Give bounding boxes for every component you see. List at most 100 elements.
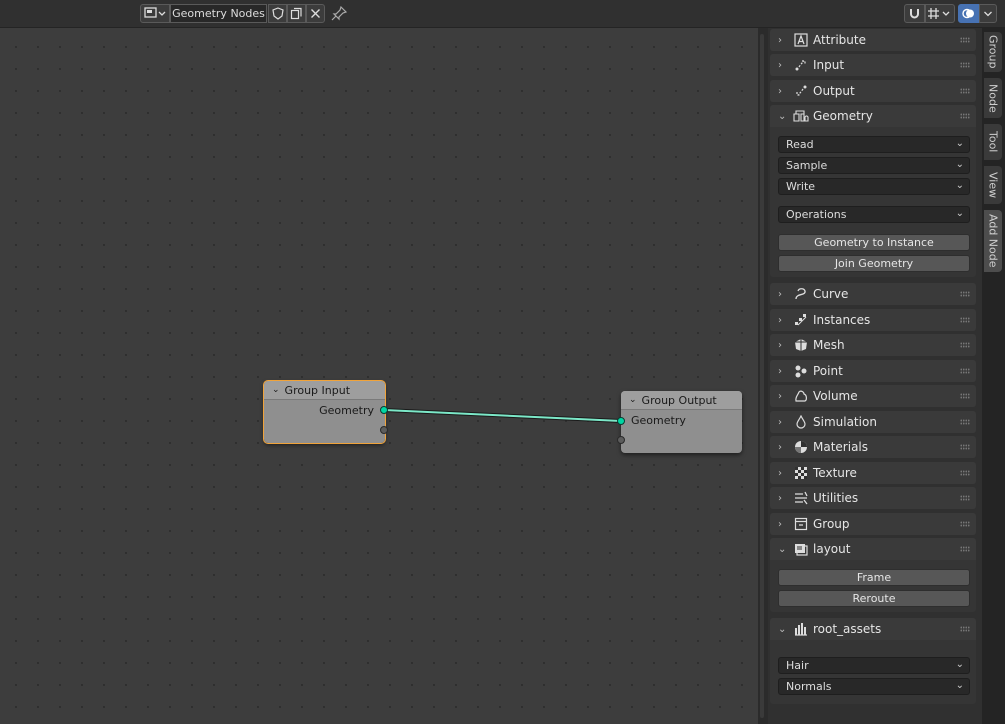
overlay-toggle-button[interactable] [958, 4, 979, 23]
point-icon [793, 364, 809, 378]
pin-icon[interactable] [331, 5, 348, 24]
simulation-icon [793, 415, 809, 429]
grid-snap-icon [928, 8, 950, 19]
chevron-down-icon[interactable]: ⌄ [629, 395, 637, 405]
shield-icon [271, 7, 284, 20]
drag-handle[interactable] [960, 62, 970, 68]
drag-handle[interactable] [960, 546, 970, 552]
chevron-right-icon: › [778, 390, 782, 402]
sidebar-tabs: Group Node Tool View Add Node [982, 28, 1005, 724]
overlay-dropdown[interactable] [979, 4, 997, 23]
node-editor-header: Geometry Nodes [0, 0, 1005, 28]
attribute-icon [793, 33, 809, 47]
region-divider[interactable] [758, 28, 768, 724]
panel-geometry[interactable]: ⌄ Geometry [770, 105, 976, 127]
geometry-icon [793, 109, 809, 123]
join-geometry-button[interactable]: Join Geometry [778, 255, 970, 272]
tab-add-node[interactable]: Add Node [984, 210, 1002, 272]
frame-button[interactable]: Frame [778, 569, 970, 586]
panel-layout-content: Frame Reroute [770, 560, 976, 612]
panel-geometry-content: Read ⌄ Sample ⌄ Write ⌄ Operations ⌄ Geometr… [770, 127, 976, 277]
editor-type-button[interactable] [140, 4, 170, 23]
panel-instances[interactable]: › Instances [770, 309, 976, 331]
drag-handle[interactable] [960, 113, 970, 119]
chevron-right-icon: › [778, 314, 782, 326]
node-header[interactable]: ⌄ Group Input [264, 381, 385, 400]
panel-texture[interactable]: › Texture [770, 462, 976, 484]
group-output-node[interactable]: ⌄ Group Output Geometry [617, 391, 742, 453]
panel-curve[interactable]: › Curve [770, 283, 976, 305]
reroute-button[interactable]: Reroute [778, 590, 970, 607]
scrollbar[interactable] [760, 34, 764, 718]
geometry-to-instance-button[interactable]: Geometry to Instance [778, 234, 970, 251]
chevron-right-icon: › [778, 339, 782, 351]
empty-input-socket[interactable] [617, 436, 625, 444]
snap-toggle-button[interactable] [904, 4, 925, 23]
curve-icon [793, 287, 809, 301]
tab-node[interactable]: Node [984, 78, 1002, 118]
panel-layout[interactable]: ⌄ layout [770, 538, 976, 560]
geometry-output-socket[interactable] [380, 406, 388, 414]
drag-handle[interactable] [960, 88, 970, 94]
drag-handle[interactable] [960, 37, 970, 43]
write-dropdown[interactable]: Write ⌄ [778, 178, 970, 195]
chevron-down-icon[interactable]: ⌄ [272, 385, 280, 395]
fake-user-button[interactable] [268, 4, 287, 23]
drag-handle[interactable] [960, 291, 970, 297]
group-icon [793, 517, 809, 531]
panel-materials[interactable]: › Materials [770, 436, 976, 458]
panel-utilities[interactable]: › Utilities [770, 487, 976, 509]
node-link[interactable] [0, 28, 758, 724]
node-header[interactable]: ⌄ Group Output [621, 391, 742, 410]
panel-root-assets[interactable]: ⌄ root_assets [770, 618, 976, 640]
duplicate-tree-button[interactable] [287, 4, 306, 23]
chevron-down-icon: ⌄ [955, 159, 964, 170]
tab-group[interactable]: Group [984, 32, 1002, 72]
node-tree-name: Geometry Nodes [172, 7, 265, 20]
panel-simulation[interactable]: › Simulation [770, 411, 976, 433]
drag-handle[interactable] [960, 342, 970, 348]
chevron-right-icon: › [778, 288, 782, 300]
node-tree-name-field[interactable]: Geometry Nodes [170, 4, 267, 23]
layout-icon [793, 542, 809, 556]
chevron-down-icon [984, 11, 992, 16]
empty-output-socket[interactable] [380, 426, 388, 434]
panel-attribute[interactable]: › Attribute [770, 29, 976, 51]
chevron-right-icon: › [778, 59, 782, 71]
geometry-input-socket[interactable] [617, 417, 625, 425]
tab-tool[interactable]: Tool [984, 124, 1002, 160]
node-canvas[interactable]: ⌄ Group Input Geometry ⌄ Group Output Ge… [0, 28, 758, 724]
chevron-down-icon: ⌄ [955, 138, 964, 149]
panel-volume[interactable]: › Volume [770, 385, 976, 407]
normals-dropdown[interactable]: Normals ⌄ [778, 678, 970, 695]
operations-dropdown[interactable]: Operations ⌄ [778, 206, 970, 223]
socket-label: Geometry [319, 404, 374, 417]
close-icon [311, 9, 320, 18]
panel-group[interactable]: › Group [770, 513, 976, 535]
panel-point[interactable]: › Point [770, 360, 976, 382]
node-title: Group Output [641, 393, 717, 407]
drag-handle[interactable] [960, 393, 970, 399]
unlink-tree-button[interactable] [306, 4, 325, 23]
snap-target-dropdown[interactable] [925, 4, 955, 23]
hair-dropdown[interactable]: Hair ⌄ [778, 657, 970, 674]
panel-input[interactable]: › Input [770, 54, 976, 76]
drag-handle[interactable] [960, 419, 970, 425]
chevron-right-icon: › [778, 85, 782, 97]
group-input-node[interactable]: ⌄ Group Input Geometry [263, 380, 388, 444]
drag-handle[interactable] [960, 470, 970, 476]
drag-handle[interactable] [960, 626, 970, 632]
volume-icon [793, 389, 809, 403]
tab-view[interactable]: View [984, 166, 1002, 204]
drag-handle[interactable] [960, 444, 970, 450]
sample-dropdown[interactable]: Sample ⌄ [778, 157, 970, 174]
chevron-right-icon: › [778, 467, 782, 479]
drag-handle[interactable] [960, 368, 970, 374]
read-dropdown[interactable]: Read ⌄ [778, 136, 970, 153]
panel-output[interactable]: › Output [770, 80, 976, 102]
panel-mesh[interactable]: › Mesh [770, 334, 976, 356]
drag-handle[interactable] [960, 317, 970, 323]
drag-handle[interactable] [960, 521, 970, 527]
chevron-down-icon: ⌄ [778, 110, 787, 122]
drag-handle[interactable] [960, 495, 970, 501]
